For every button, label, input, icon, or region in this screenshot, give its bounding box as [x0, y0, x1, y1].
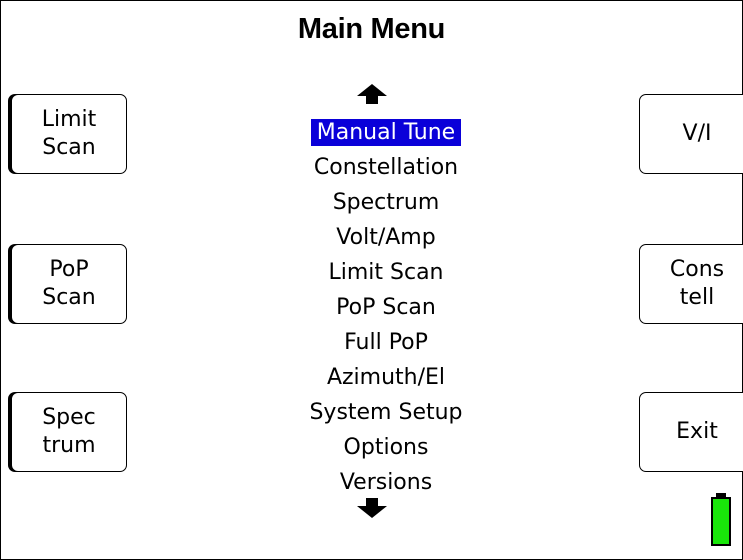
softkey-label-line2: Scan	[42, 285, 96, 310]
menu-item-versions[interactable]: Versions	[241, 465, 531, 500]
battery-icon	[710, 493, 732, 547]
softkey-label-line1: Cons	[669, 257, 725, 282]
softkey-label-line1: Exit	[676, 419, 718, 444]
menu-item-spectrum[interactable]: Spectrum	[241, 185, 531, 220]
page-title: Main Menu	[297, 13, 446, 45]
menu-item-full-pop[interactable]: Full PoP	[241, 325, 531, 360]
menu-item-pop-scan[interactable]: PoP Scan	[241, 290, 531, 325]
softkey-label-line2: trum	[42, 433, 96, 458]
softkey-label-line1: Spec	[42, 405, 96, 430]
softkey-label-line1: V/I	[682, 121, 712, 146]
device-screen: Main Menu Limit Scan PoP Scan Spec trum …	[0, 0, 743, 560]
menu-item-limit-scan[interactable]: Limit Scan	[241, 255, 531, 290]
spectrum-softkey[interactable]: Spec trum	[11, 392, 127, 472]
menu-item-manual-tune[interactable]: Manual Tune	[241, 115, 531, 150]
softkey-label-line2: tell	[679, 285, 715, 310]
vi-softkey[interactable]: V/I	[639, 94, 743, 174]
pop-scan-softkey[interactable]: PoP Scan	[11, 244, 127, 324]
menu-item-constellation[interactable]: Constellation	[241, 150, 531, 185]
constellation-softkey[interactable]: Cons tell	[639, 244, 743, 324]
softkey-label-line1: PoP	[49, 257, 89, 282]
menu-item-system-setup[interactable]: System Setup	[241, 395, 531, 430]
main-menu-list: Manual Tune Constellation Spectrum Volt/…	[241, 115, 531, 500]
softkey-label-line2: Scan	[42, 135, 96, 160]
menu-item-volt-amp[interactable]: Volt/Amp	[241, 220, 531, 255]
menu-item-options[interactable]: Options	[241, 430, 531, 465]
exit-softkey[interactable]: Exit	[639, 392, 743, 472]
limit-scan-softkey[interactable]: Limit Scan	[11, 94, 127, 174]
softkey-label-line1: Limit	[41, 107, 97, 132]
menu-item-azimuth-el[interactable]: Azimuth/El	[241, 360, 531, 395]
